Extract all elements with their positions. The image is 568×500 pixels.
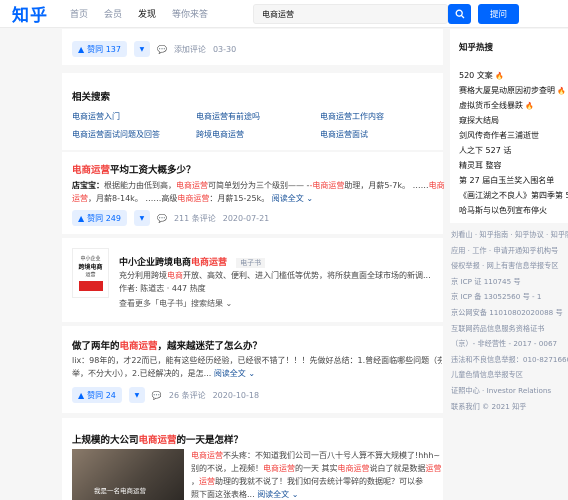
upvote-icon: ▲	[78, 44, 85, 54]
footer-line[interactable]: 联系我们 © 2021 知乎	[451, 399, 568, 415]
hot-search-panel: 知乎热搜 520 文案 🔥 赛格大厦晃动原因初步查明 🔥 虚拟货币全线暴跌 🔥 窥探大…	[450, 29, 568, 223]
related-search-link[interactable]: 电商运营有前途吗	[196, 111, 320, 122]
main-nav: 首页 会员 发现 等你来答	[70, 7, 224, 20]
footer-line[interactable]: 侵权举报 · 网上有害信息举报专区	[451, 258, 568, 274]
fire-icon: 🔥	[523, 102, 534, 110]
footer-line[interactable]: 京 ICP 证 110745 号	[451, 274, 568, 290]
nav-vip[interactable]: 会员	[104, 7, 122, 20]
read-more-link[interactable]: 阅读全文	[272, 194, 304, 203]
search-result-card: 上规模的大公司电商运营的一天是怎样？ 我是一名电商运营 电商运营不头疼：不知道我…	[62, 418, 443, 500]
hot-search-item[interactable]: 人之下 527 话	[459, 143, 568, 158]
related-search-link[interactable]: 电商运营入门	[72, 111, 196, 122]
footer-line[interactable]: 京公网安备 11010802020088 号	[451, 305, 568, 321]
upvote-icon: ▲	[78, 213, 85, 223]
footer-line[interactable]: 京 ICP 备 13052560 号 - 1	[451, 289, 568, 305]
hot-search-list: 520 文案 🔥 赛格大厦晃动原因初步查明 🔥 虚拟货币全线暴跌 🔥 窥探大结局 剑风传…	[459, 68, 568, 218]
footer-line[interactable]: 证照中心 · Investor Relations	[451, 383, 568, 399]
related-searches-grid: 电商运营入门 电商运营有前途吗 电商运营工作内容 电商运营面试问题及回答 跨境电…	[72, 111, 442, 140]
previous-answer-card: ▲ 赞同 137 ▼ 💬 添加评论 03-30	[62, 29, 443, 65]
related-search-link[interactable]: 电商运营面试	[320, 129, 444, 140]
video-caption: 我是一名电商运营	[94, 487, 146, 495]
footer-line[interactable]: 刘看山 · 知乎指南 · 知乎协议 · 知乎隐私	[451, 227, 568, 243]
hot-search-item[interactable]: 虚拟货币全线暴跌 🔥	[459, 98, 568, 113]
answer-date: 03-30	[212, 44, 237, 54]
hot-search-item[interactable]: 第 27 届白玉兰奖入围名单	[459, 173, 568, 188]
comment-icon: 💬	[156, 213, 167, 223]
related-search-link[interactable]: 跨境电商运营	[196, 129, 320, 140]
downvote-icon: ▼	[139, 214, 145, 222]
search-input[interactable]: 电商运营	[253, 4, 448, 24]
fire-icon: 🔥	[555, 87, 566, 95]
ebook-author: 作者: 陈道志 · 447 热度	[119, 284, 206, 293]
question-title[interactable]: 做了两年的电商运营，越来越迷茫了怎么办？	[72, 338, 262, 352]
downvote-icon: ▼	[139, 45, 145, 53]
ebook-description: 充分利用跨境电商开放、高效、便利、进入门槛低等优势，将所获直面全球市场的新调..…	[119, 271, 431, 280]
hot-search-item[interactable]: 窥探大结局	[459, 113, 568, 128]
related-searches-title: 相关搜索	[72, 92, 111, 103]
related-search-link[interactable]: 电商运营工作内容	[320, 111, 444, 122]
footer-line[interactable]: 儿童色情信息举报专区	[451, 367, 568, 383]
downvote-button[interactable]: ▼	[128, 387, 145, 403]
comment-icon: 💬	[156, 44, 167, 54]
more-ebooks-link[interactable]: 查看更多「电子书」搜索结果 ⌄	[119, 297, 232, 310]
add-comment-link[interactable]: 添加评论	[174, 44, 206, 55]
hot-search-item[interactable]: 精灵耳 整容	[459, 158, 568, 173]
video-thumbnail[interactable]: 我是一名电商运营	[72, 449, 184, 500]
nav-waiting-answers[interactable]: 等你来答	[172, 7, 208, 20]
answer-excerpt[interactable]: 店宝宝：根据能力由低到高，电商运营可简单划分为三个级别—— --电商运营助理，月…	[72, 179, 445, 205]
read-more-link[interactable]: 阅读全文	[257, 490, 289, 499]
footer-line[interactable]: 违法和不良信息举报：010-82716601	[451, 352, 568, 368]
downvote-button[interactable]: ▼	[133, 41, 150, 57]
question-title[interactable]: 上规模的大公司电商运营的一天是怎样？	[72, 432, 243, 446]
answer-excerpt[interactable]: lix：98年的，才22而已，能有这些经历经验，已经很不错了！！！先做好总结：1…	[72, 354, 442, 380]
nav-home[interactable]: 首页	[70, 7, 88, 20]
chevron-down-icon: ⌄	[289, 490, 299, 499]
upvote-button[interactable]: ▲ 赞同 137	[72, 41, 127, 57]
chevron-down-icon: ⌄	[245, 369, 256, 378]
downvote-icon: ▼	[134, 391, 140, 399]
hot-search-item[interactable]: 赛格大厦晃动原因初步查明 🔥	[459, 83, 568, 98]
answer-date: 2020-07-21	[222, 213, 270, 223]
search-result-card: 做了两年的电商运营，越来越迷茫了怎么办？ lix：98年的，才22而已，能有这些…	[62, 326, 443, 413]
upvote-button[interactable]: ▲ 赞同 249	[72, 210, 127, 226]
hot-search-item[interactable]: 520 文案 🔥	[459, 68, 568, 83]
ebook-tag: 电子书	[236, 258, 266, 268]
upvote-icon: ▲	[78, 390, 85, 400]
upvote-button[interactable]: ▲ 赞同 24	[72, 387, 122, 403]
read-more-link[interactable]: 阅读全文	[214, 369, 246, 378]
nav-discover[interactable]: 发现	[138, 7, 156, 20]
chevron-down-icon: ⌄	[303, 194, 314, 203]
comments-link[interactable]: 26 条评论	[169, 390, 206, 401]
question-title[interactable]: 电商运营平均工资大概多少？	[72, 162, 196, 176]
hot-search-item[interactable]: 《画江湖之不良人》第四季第 5 集	[459, 188, 568, 203]
downvote-button[interactable]: ▼	[133, 210, 150, 226]
related-search-link[interactable]: 电商运营面试问题及回答	[72, 129, 196, 140]
search-result-card: 电商运营平均工资大概多少？ 店宝宝：根据能力由低到高，电商运营可简单划分为三个级…	[62, 152, 445, 234]
hot-search-item[interactable]: 剑风传奇作者三浦逝世	[459, 128, 568, 143]
ebook-cover[interactable]: 中小企业 跨境电商 运营	[72, 248, 109, 298]
comments-link[interactable]: 211 条评论	[174, 213, 216, 224]
footer-line[interactable]: 互联网药品信息服务资格证书	[451, 321, 568, 337]
fire-icon: 🔥	[492, 72, 504, 80]
footer-line[interactable]: （京）- 非经营性 - 2017 - 0067	[451, 336, 568, 352]
hot-search-title: 知乎热搜	[459, 43, 494, 53]
ask-question-button[interactable]: 提问	[478, 4, 519, 24]
sidebar-footer: 刘看山 · 知乎指南 · 知乎协议 · 知乎隐私 应用 · 工作 · 申请开通知乎…	[451, 227, 568, 414]
ebook-title[interactable]: 中小企业跨境电商电商运营 电子书	[119, 255, 266, 268]
chevron-down-icon: ⌄	[223, 299, 233, 308]
answer-date: 2020-10-18	[212, 390, 260, 400]
related-searches-card: 相关搜索 电商运营入门 电商运营有前途吗 电商运营工作内容 电商运营面试问题及回…	[62, 73, 443, 150]
zhihu-logo[interactable]: 知乎	[12, 1, 64, 26]
footer-line[interactable]: 应用 · 工作 · 申请开通知乎机构号	[451, 243, 568, 259]
hot-search-item[interactable]: 哈马斯与以色列宣布停火	[459, 203, 568, 218]
search-button[interactable]	[448, 4, 471, 24]
answer-excerpt[interactable]: 电商运营不头疼：不知道我们公司一百八十号人算不算大规模了!hhh~ 别的不说，上…	[191, 449, 441, 500]
comment-icon: 💬	[151, 390, 162, 400]
ebook-result-card: 中小企业 跨境电商 运营 中小企业跨境电商电商运营 电子书 充分利用跨境电商开放…	[62, 238, 443, 322]
search-icon	[455, 9, 464, 19]
